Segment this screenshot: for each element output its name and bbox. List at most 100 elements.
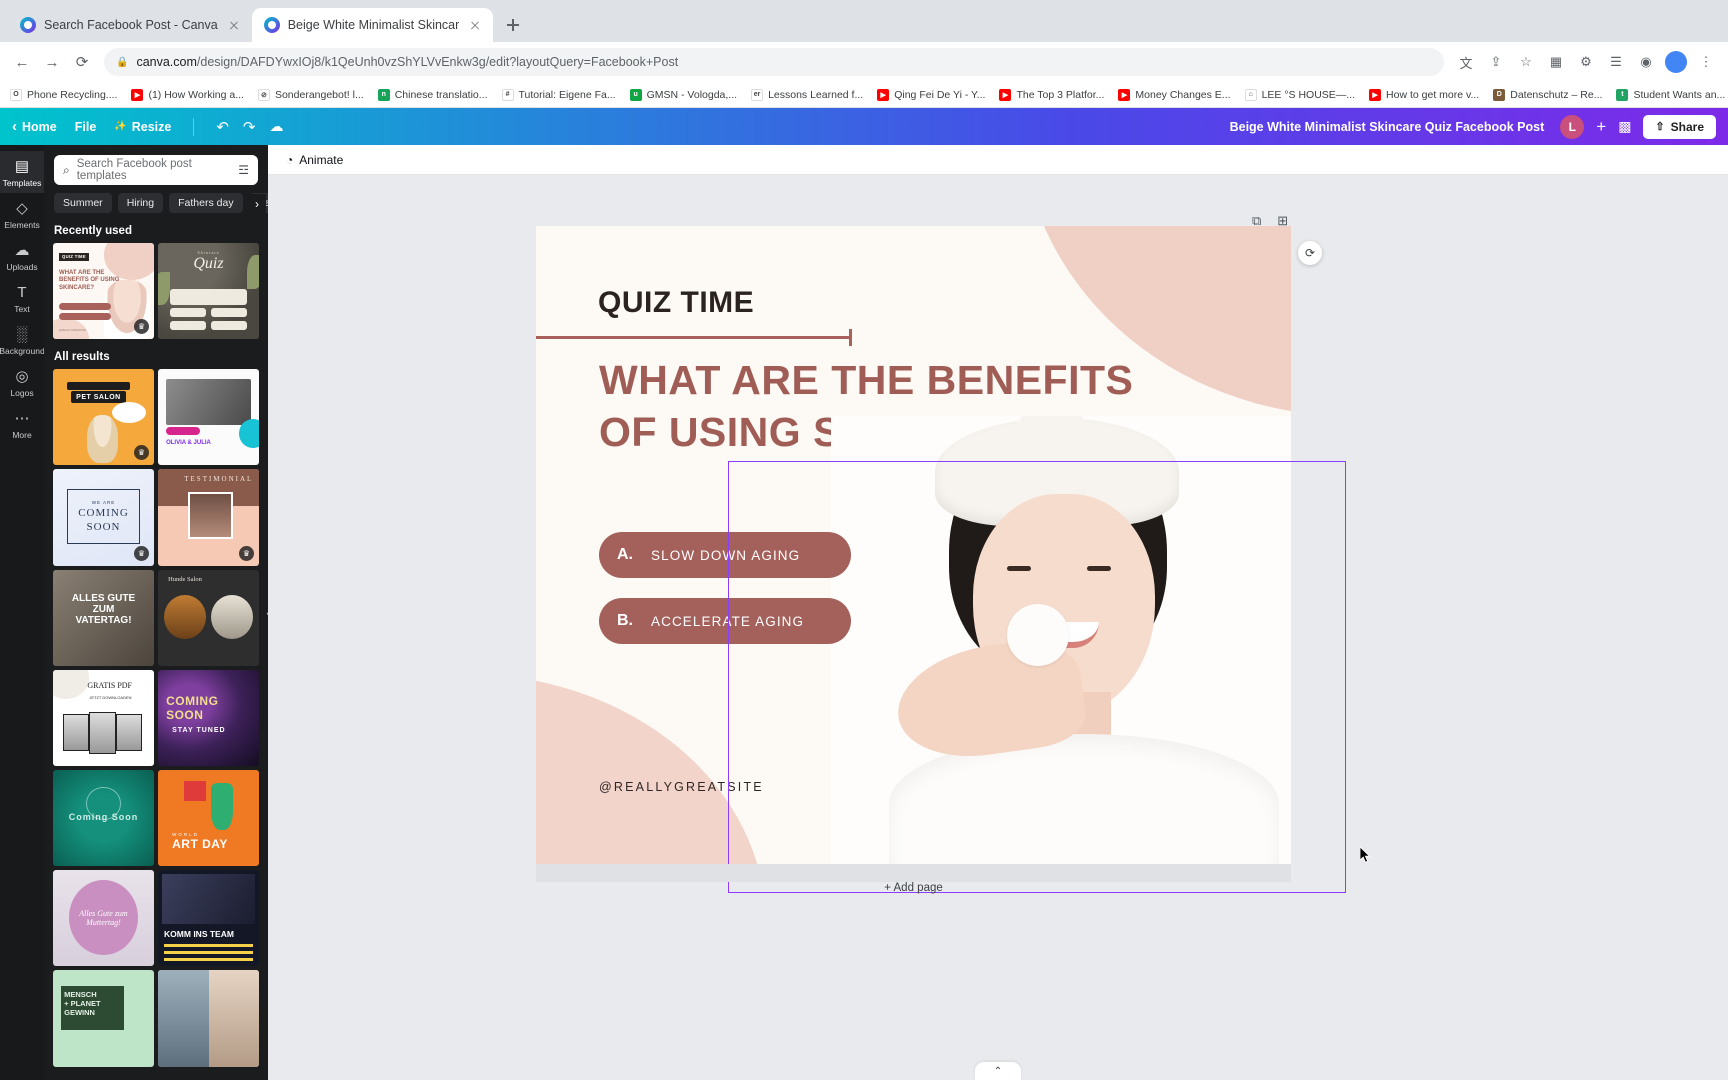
option-b-button[interactable]: B. ACCELERATE AGING — [599, 598, 851, 644]
add-page-button[interactable]: + Add page — [536, 882, 1291, 894]
decorative-blob-bottom-left — [536, 674, 766, 864]
filter-icon[interactable]: ☲ — [238, 163, 249, 177]
bookmark-item[interactable]: ▶Qing Fei De Yi - Y... — [877, 89, 985, 101]
template-thumbnail[interactable]: WE ARECOMINGSOON♛ — [53, 469, 154, 565]
browser-menu-icon[interactable]: ⋮ — [1692, 48, 1720, 76]
bookmark-item[interactable]: tStudent Wants an... — [1616, 89, 1725, 101]
template-thumbnail[interactable]: SkincareQuiz — [158, 243, 259, 339]
bookmark-item[interactable]: ▶Money Changes E... — [1118, 89, 1230, 101]
search-input[interactable]: ⌕ Search Facebook post templates ☲ — [54, 155, 258, 185]
address-bar[interactable]: 🔒 canva.com/design/DAFDYwxIOj8/k1QeUnh0v… — [104, 48, 1444, 76]
bookmark-star-icon[interactable]: ☆ — [1512, 48, 1540, 76]
reading-list-icon[interactable]: ☰ — [1602, 48, 1630, 76]
rail-item-background[interactable]: ░Background — [0, 319, 44, 361]
template-thumbnail[interactable]: GRATIS PDFJETZT DOWNLOADEN — [53, 670, 154, 766]
bookmark-label: Datenschutz – Re... — [1510, 89, 1602, 101]
template-thumbnail[interactable]: WORLDART DAY — [158, 770, 259, 866]
category-chip[interactable]: Summer — [54, 193, 112, 213]
back-icon[interactable]: ← — [8, 48, 36, 76]
toolbar-divider — [193, 118, 194, 136]
share-label: Share — [1671, 120, 1704, 134]
bookmark-item[interactable]: ▶(1) How Working a... — [131, 89, 244, 101]
reload-icon[interactable]: ⟳ — [68, 48, 96, 76]
translate-icon[interactable]: 文 — [1452, 48, 1480, 76]
refresh-icon[interactable]: ⟳ — [1298, 241, 1322, 265]
bookmark-item[interactable]: OPhone Recycling.... — [10, 89, 117, 101]
close-icon[interactable] — [467, 17, 483, 33]
canvas-area[interactable]: ⧉ ⊞ QUIZ TIME WHAT ARE THE BENEFITS OF U… — [268, 175, 1728, 1080]
option-a-button[interactable]: A. SLOW DOWN AGING — [599, 532, 851, 578]
bookmark-favicon-icon: ▶ — [999, 89, 1011, 101]
extensions-icon[interactable]: ▦ — [1542, 48, 1570, 76]
animate-icon: ◔ — [286, 153, 293, 167]
social-handle[interactable]: @REALLYGREATSITE — [599, 780, 764, 794]
bookmark-item[interactable]: nChinese translatio... — [378, 89, 488, 101]
crown-icon: ♛ — [239, 546, 254, 561]
bookmark-item[interactable]: ⌂LEE °S HOUSE—... — [1245, 89, 1355, 101]
user-avatar[interactable]: L — [1560, 115, 1584, 139]
template-thumbnail[interactable]: QUIZ TIMEWHAT ARE THE BENEFITS OF USING … — [53, 243, 154, 339]
template-thumbnail[interactable]: PET SALON♛ — [53, 369, 154, 465]
file-menu-button[interactable]: File — [75, 120, 97, 134]
panel-scroll-area[interactable]: Recently used QUIZ TIMEWHAT ARE THE BENE… — [44, 221, 268, 1080]
rail-item-uploads[interactable]: ☁Uploads — [0, 235, 44, 277]
browser-tab-1[interactable]: Beige White Minimalist Skincar — [252, 8, 494, 42]
eye-left — [1007, 566, 1031, 571]
share-icon[interactable]: ⇪ — [1482, 48, 1510, 76]
home-button[interactable]: ‹ Home — [12, 118, 57, 135]
rail-item-text[interactable]: TText — [0, 277, 44, 319]
rail-item-templates[interactable]: ▤Templates — [0, 151, 44, 193]
bookmark-item[interactable]: ▶How to get more v... — [1369, 89, 1479, 101]
resize-button[interactable]: ✨ Resize — [114, 120, 171, 134]
close-icon[interactable] — [226, 17, 242, 33]
cloud-saved-icon[interactable]: ☁ — [270, 118, 284, 135]
template-thumbnail[interactable]: Coming Soon — [53, 770, 154, 866]
thumb-script: Quiz — [166, 255, 251, 273]
rail-item-label: More — [12, 430, 31, 440]
thumb-title: GRATIS PDF — [87, 681, 132, 690]
redo-icon[interactable]: ↷ — [243, 118, 256, 136]
option-a-key: A. — [599, 546, 651, 564]
bookmark-item[interactable]: DDatenschutz – Re... — [1493, 89, 1602, 101]
bookmark-item[interactable]: erLessons Learned f... — [751, 89, 863, 101]
bookmark-label: (1) How Working a... — [148, 89, 244, 101]
rail-item-logos[interactable]: ◎Logos — [0, 361, 44, 403]
model-photo[interactable] — [831, 416, 1291, 864]
chips-next-icon[interactable]: › — [248, 194, 266, 214]
share-button[interactable]: ⇧ Share — [1643, 115, 1716, 139]
bookmark-item[interactable]: ⊘Sonderangebot! l... — [258, 89, 364, 101]
bookmark-item[interactable]: #Tutorial: Eigene Fa... — [502, 89, 616, 101]
quiz-time-label[interactable]: QUIZ TIME — [598, 286, 754, 320]
animate-button[interactable]: ◔ Animate — [280, 149, 349, 171]
template-thumbnail[interactable]: Hunde Salon — [158, 570, 259, 666]
undo-icon[interactable]: ↶ — [216, 118, 229, 136]
template-thumbnail[interactable]: OLIVIA & JULIA — [158, 369, 259, 465]
template-thumbnail[interactable]: Alles Gute zumMuttertag! — [53, 870, 154, 966]
panel-collapse-handle[interactable]: ‹ — [264, 592, 268, 634]
design-canvas[interactable]: QUIZ TIME WHAT ARE THE BENEFITS OF USING… — [536, 226, 1291, 864]
insights-icon[interactable]: ▩ — [1618, 118, 1631, 135]
template-thumbnail[interactable] — [158, 970, 259, 1066]
puzzle-icon[interactable]: ⚙ — [1572, 48, 1600, 76]
rail-item-elements[interactable]: ◇Elements — [0, 193, 44, 235]
new-tab-button[interactable] — [499, 11, 527, 39]
bookmark-item[interactable]: uGMSN - Vologda,... — [630, 89, 737, 101]
thumb-names: OLIVIA & JULIA — [166, 440, 211, 446]
bookmarks-bar: OPhone Recycling....▶(1) How Working a..… — [0, 82, 1728, 108]
category-chip[interactable]: Hiring — [118, 193, 163, 213]
template-thumbnail[interactable]: COMINGSOONSTAY TUNED — [158, 670, 259, 766]
profile-avatar[interactable] — [1662, 48, 1690, 76]
browser-chrome: Search Facebook Post - Canva Beige White… — [0, 0, 1728, 108]
rail-item-more[interactable]: ⋯More — [0, 403, 44, 445]
add-collaborator-button[interactable]: + — [1596, 117, 1606, 137]
template-thumbnail[interactable]: TESTIMONIAL♛ — [158, 469, 259, 565]
template-thumbnail[interactable]: ALLES GUTEZUMVATERTAG! — [53, 570, 154, 666]
template-thumbnail[interactable]: MENSCH+ PLANETGEWINN — [53, 970, 154, 1066]
collapse-panel-icon[interactable]: ⌃ — [975, 1062, 1021, 1080]
template-thumbnail[interactable]: KOMM INS TEAM — [158, 870, 259, 966]
forward-icon[interactable]: → — [38, 48, 66, 76]
media-icon[interactable]: ◉ — [1632, 48, 1660, 76]
browser-tab-0[interactable]: Search Facebook Post - Canva — [8, 8, 252, 42]
category-chip[interactable]: Fathers day — [169, 193, 242, 213]
bookmark-item[interactable]: ▶The Top 3 Platfor... — [999, 89, 1104, 101]
